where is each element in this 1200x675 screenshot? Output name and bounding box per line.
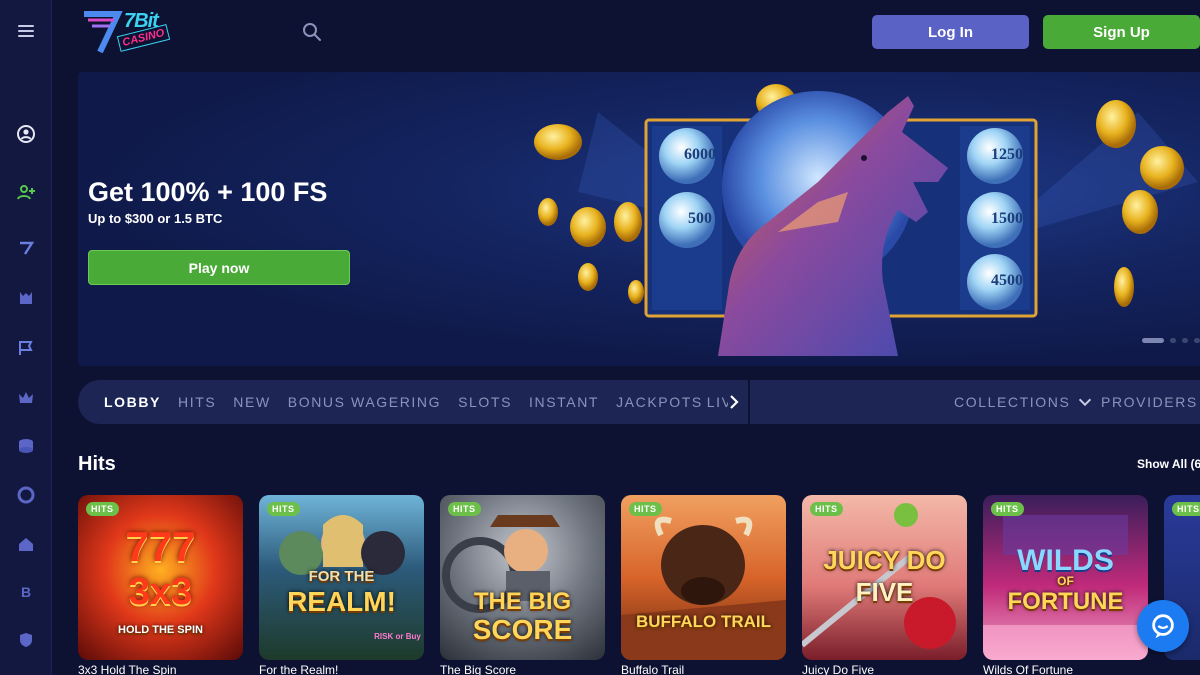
promo-subtitle: Up to $300 or 1.5 BTC — [88, 211, 223, 226]
game-art-text: FOR THE — [308, 568, 375, 585]
game-art-text: SCORE — [472, 614, 573, 645]
hits-badge: HITS — [810, 502, 843, 516]
game-title[interactable]: Juicy Do Five — [802, 663, 874, 675]
tab-instant[interactable]: INSTANT — [529, 394, 599, 410]
game-card[interactable]: BUFFALO TRAIL HITS Buffalo Trail — [621, 495, 786, 675]
nav-divider — [748, 380, 750, 424]
promo-title: Get 100% + 100 FS — [88, 177, 328, 207]
user-circle-icon[interactable] — [12, 120, 40, 148]
game-thumbnail[interactable]: BUFFALO TRAIL HITS — [621, 495, 786, 660]
game-thumbnail[interactable]: WILDS OF FORTUNE HITS — [983, 495, 1148, 660]
category-nav: LOBBY HITS NEW BONUS WAGERING SLOTS INST… — [78, 380, 1200, 424]
add-user-icon[interactable] — [12, 178, 40, 206]
login-button[interactable]: Log In — [872, 15, 1029, 49]
collections-label: COLLECTIONS — [954, 394, 1071, 410]
game-card[interactable]: THE BIG SCORE HITS The Big Score — [440, 495, 605, 675]
chevron-right-icon[interactable] — [724, 392, 744, 412]
game-art-text: 3x3 — [128, 571, 193, 613]
game-title[interactable]: Wilds Of Fortune — [983, 663, 1073, 675]
game-art-text: THE BIG — [473, 588, 572, 615]
tab-bonus-wagering[interactable]: BONUS WAGERING — [288, 394, 441, 410]
game-title[interactable]: The Big Score — [440, 663, 516, 675]
game-title[interactable]: For the Realm! — [259, 663, 338, 675]
lifebuoy-icon[interactable] — [12, 481, 40, 509]
category-tabs: LOBBY HITS NEW BONUS WAGERING SLOTS INST… — [104, 380, 728, 424]
game-art-text: BUFFALO TRAIL — [635, 612, 772, 631]
game-art-text: 777 — [125, 523, 196, 570]
game-card[interactable]: WILDS OF FORTUNE HITS Wilds Of Fortune — [983, 495, 1148, 675]
game-art-text: FORTUNE — [1007, 588, 1124, 615]
games-row: 777 3x3 HOLD THE SPIN HITS 3x3 Hold The … — [78, 495, 1200, 675]
top-bar: 7Bit CASINO Log In Sign Up — [52, 0, 1200, 66]
signup-button[interactable]: Sign Up — [1043, 15, 1200, 49]
reel-value: 1250 — [991, 146, 1023, 163]
hits-badge: HITS — [629, 502, 662, 516]
sidebar: B — [0, 0, 52, 675]
menu-icon[interactable] — [12, 17, 40, 45]
hits-badge: HITS — [448, 502, 481, 516]
chat-bubble-icon — [1152, 614, 1174, 639]
badge-icon[interactable] — [12, 284, 40, 312]
carousel-dot[interactable] — [1194, 338, 1200, 343]
hits-badge: HITS — [86, 502, 119, 516]
game-thumbnail[interactable]: THE BIG SCORE HITS — [440, 495, 605, 660]
reel-value: 500 — [688, 210, 712, 227]
tab-new[interactable]: NEW — [233, 394, 270, 410]
game-title[interactable]: 3x3 Hold The Spin — [78, 663, 177, 675]
show-all-link[interactable]: Show All (62 — [1137, 457, 1200, 471]
game-thumbnail[interactable]: 777 3x3 HOLD THE SPIN HITS — [78, 495, 243, 660]
hits-badge: HITS — [267, 502, 300, 516]
game-art-text: JUICY DO — [823, 545, 946, 575]
racing-flag-icon[interactable] — [12, 334, 40, 362]
crown-icon[interactable] — [12, 383, 40, 411]
home-icon[interactable] — [12, 530, 40, 558]
game-thumbnail[interactable]: JUICY DO FIVE HITS — [802, 495, 967, 660]
tab-jackpots[interactable]: JACKPOTS — [616, 394, 703, 410]
shield-icon[interactable] — [12, 626, 40, 654]
game-art-text: OF — [1057, 574, 1074, 588]
carousel-dot[interactable] — [1170, 338, 1176, 343]
game-art-text: FIVE — [855, 577, 914, 607]
game-thumbnail[interactable]: FOR THE REALM! RISK or Buy HITS — [259, 495, 424, 660]
promo-banner[interactable]: Get 100% + 100 FS Up to $300 or 1.5 BTC … — [78, 72, 1200, 366]
reel-value: 1500 — [991, 210, 1023, 227]
chevron-down-icon — [1079, 398, 1092, 407]
game-card[interactable]: FOR THE REALM! RISK or Buy HITS For the … — [259, 495, 424, 675]
reel-value: 6000 — [684, 146, 716, 163]
hits-badge: HITS — [1172, 502, 1200, 516]
play-now-button[interactable]: Play now — [88, 250, 350, 285]
tab-slots[interactable]: SLOTS — [458, 394, 512, 410]
game-art-text: WILDS — [1017, 544, 1114, 577]
reel-values: 6000 500 1250 1500 4500 — [684, 72, 1200, 366]
game-card[interactable]: 777 3x3 HOLD THE SPIN HITS 3x3 Hold The … — [78, 495, 243, 675]
carousel-dot[interactable] — [1142, 338, 1164, 343]
seven-logo-icon[interactable] — [12, 234, 40, 262]
game-art-text: REALM! — [287, 586, 396, 617]
svg-text:B: B — [21, 584, 31, 600]
game-art-text: RISK or Buy — [374, 632, 421, 641]
hits-badge: HITS — [991, 502, 1024, 516]
section-title: Hits — [78, 453, 116, 475]
providers-label: PROVIDERS — [1101, 394, 1198, 410]
game-title[interactable]: Buffalo Trail — [621, 663, 684, 675]
game-card[interactable]: JUICY DO FIVE HITS Juicy Do Five — [802, 495, 967, 675]
search-icon[interactable] — [300, 20, 324, 44]
carousel-dots — [1142, 338, 1200, 343]
providers-button[interactable]: PROVIDERS — [1101, 380, 1198, 424]
collections-dropdown[interactable]: COLLECTIONS — [954, 380, 1094, 424]
reel-value: 4500 — [991, 272, 1023, 289]
brand-logo[interactable]: 7Bit CASINO — [80, 6, 172, 60]
tab-lobby[interactable]: LOBBY — [104, 394, 161, 410]
app-root: B 7Bit CASINO Log In Sign Up Get 100% + … — [0, 0, 1200, 675]
tab-hits[interactable]: HITS — [178, 394, 216, 410]
game-art — [621, 516, 786, 660]
coin-stack-icon[interactable] — [12, 432, 40, 460]
carousel-dot[interactable] — [1182, 338, 1188, 343]
chat-button[interactable] — [1137, 600, 1189, 652]
game-art-text: HOLD THE SPIN — [118, 624, 203, 636]
bitcoin-icon[interactable]: B — [12, 578, 40, 606]
